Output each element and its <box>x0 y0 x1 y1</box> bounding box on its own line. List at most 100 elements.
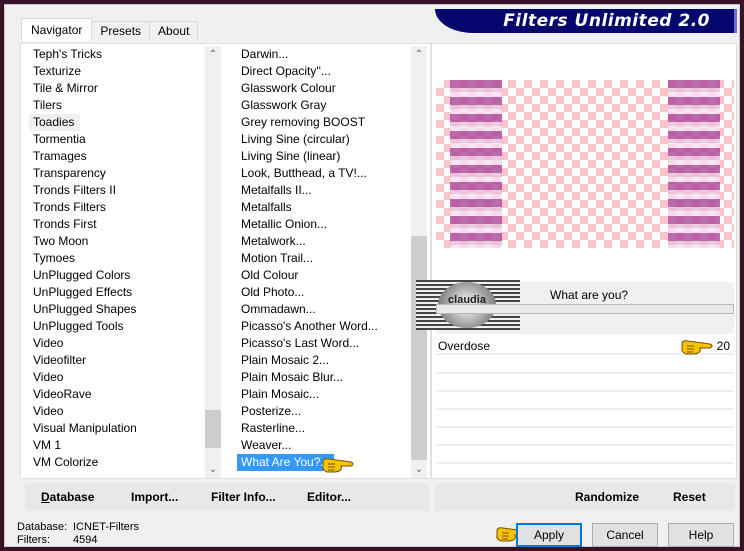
param-row-empty <box>436 429 734 446</box>
category-list-item[interactable]: Tilers <box>29 97 199 114</box>
filter-list-item[interactable]: Plain Mosaic Blur... <box>237 369 407 386</box>
category-list-item[interactable]: Tramages <box>29 148 199 165</box>
category-list-item[interactable]: Toadies <box>29 114 81 131</box>
param-row-empty <box>436 447 734 464</box>
tab-bar: Navigator Presets About <box>21 18 199 41</box>
filter-list-item[interactable]: Old Photo... <box>237 284 407 301</box>
filter-list-item[interactable]: Glasswork Colour <box>237 80 407 97</box>
apply-button[interactable]: Apply <box>516 523 582 547</box>
category-list-item[interactable]: VM 1 <box>29 437 199 454</box>
category-scrollbar[interactable]: ⌃ ⌄ <box>205 46 221 478</box>
filter-list-item[interactable]: Grey removing BOOST <box>237 114 407 131</box>
filter-list-item[interactable]: Ommadawn... <box>237 301 407 318</box>
scroll-down-icon[interactable]: ⌄ <box>411 461 427 478</box>
preview-ladder-right <box>668 80 720 248</box>
pointing-hand-icon <box>322 458 354 473</box>
editor-button[interactable]: Editor... <box>307 490 351 504</box>
category-list-item[interactable]: Texturize <box>29 63 199 80</box>
category-list-item[interactable]: UnPlugged Tools <box>29 318 199 335</box>
filter-list-item[interactable]: Living Sine (circular) <box>237 131 407 148</box>
filter-list-item[interactable]: Rasterline... <box>237 420 407 437</box>
app-title-banner: Filters Unlimited 2.0 <box>435 9 737 33</box>
category-list-item[interactable]: Transparency <box>29 165 199 182</box>
filter-list-item[interactable]: Weaver... <box>237 437 407 454</box>
filter-list-item[interactable]: Picasso's Another Word... <box>237 318 407 335</box>
database-value: ICNET-Filters <box>73 521 139 533</box>
filter-list-item[interactable]: Plain Mosaic 2... <box>237 352 407 369</box>
category-list-item[interactable]: Teph's Tricks <box>29 46 199 63</box>
filter-list-item[interactable]: Living Sine (linear) <box>237 148 407 165</box>
import-button[interactable]: Import... <box>131 490 178 504</box>
filter-list-item[interactable]: What Are You?... <box>237 454 335 471</box>
filters-unlimited-dialog: Filters Unlimited 2.0 Navigator Presets … <box>4 4 740 547</box>
preview-image <box>436 80 734 248</box>
filter-list-item[interactable]: Posterize... <box>237 403 407 420</box>
filter-header: claudia What are you? <box>416 280 734 334</box>
database-button[interactable]: Database <box>41 490 94 504</box>
category-list-item[interactable]: Tymoes <box>29 250 199 267</box>
preview-button-bar: Randomize Reset <box>435 483 735 511</box>
filter-list-item[interactable]: Darwin... <box>237 46 407 63</box>
filter-list[interactable]: Darwin... Direct Opacity''... Glasswork Co… <box>237 46 407 478</box>
category-list-item[interactable]: Tronds First <box>29 216 199 233</box>
database-label: Database: <box>17 521 68 533</box>
param-row-empty <box>436 411 734 428</box>
tab-navigator[interactable]: Navigator <box>21 18 93 41</box>
category-list-item[interactable]: Video <box>29 369 199 386</box>
filter-list-item[interactable]: Glasswork Gray <box>237 97 407 114</box>
scroll-down-icon[interactable]: ⌄ <box>205 461 221 478</box>
filter-title-divider <box>436 304 734 314</box>
filter-list-item[interactable]: Motion Trail... <box>237 250 407 267</box>
tab-presets[interactable]: Presets <box>91 21 151 41</box>
filter-list-item[interactable]: Picasso's Last Word... <box>237 335 407 352</box>
filter-info-button[interactable]: Filter Info... <box>211 490 276 504</box>
filter-list-item[interactable]: Old Colour <box>237 267 407 284</box>
category-list-item[interactable]: Tormentia <box>29 131 199 148</box>
pointing-hand-icon <box>681 340 713 355</box>
category-list-item[interactable]: Visual Manipulation <box>29 420 199 437</box>
filters-count-label: Filters: <box>17 534 50 546</box>
category-list-item[interactable]: Videofilter <box>29 352 199 369</box>
category-list[interactable]: Teph's Tricks Texturize Tile & Mirror Tiler… <box>29 46 199 478</box>
param-label: Overdose <box>438 339 491 353</box>
tab-about[interactable]: About <box>149 21 199 41</box>
filter-list-item[interactable]: Direct Opacity''... <box>237 63 407 80</box>
reset-button[interactable]: Reset <box>673 490 706 504</box>
filter-scrollbar[interactable]: ⌃ ⌄ <box>411 46 427 478</box>
preview-ladder-left <box>450 80 502 248</box>
filter-list-item[interactable]: Look, Butthead, a TV!... <box>237 165 407 182</box>
randomize-button[interactable]: Randomize <box>575 490 639 504</box>
category-list-item[interactable]: Tronds Filters <box>29 199 199 216</box>
category-list-item[interactable]: Video <box>29 335 199 352</box>
filters-count-value: 4594 <box>73 534 98 546</box>
filter-list-item[interactable]: Plain Mosaic... <box>237 386 407 403</box>
filter-list-item[interactable]: Metallic Onion... <box>237 216 407 233</box>
param-row-empty <box>436 357 734 374</box>
category-list-item[interactable]: VideoRave <box>29 386 199 403</box>
param-row-empty <box>436 375 734 392</box>
help-button[interactable]: Help <box>668 523 734 547</box>
navigator-panel: Teph's Tricks Texturize Tile & Mirror Tiler… <box>20 43 431 479</box>
category-list-item[interactable]: UnPlugged Effects <box>29 284 199 301</box>
category-list-item[interactable]: VM Colorize <box>29 454 199 471</box>
category-list-item[interactable]: UnPlugged Colors <box>29 267 199 284</box>
category-list-item[interactable]: Video <box>29 403 199 420</box>
cancel-button[interactable]: Cancel <box>592 523 658 547</box>
filter-list-item[interactable]: Metalfalls II... <box>237 182 407 199</box>
category-list-item[interactable]: Two Moon <box>29 233 199 250</box>
scrollbar-thumb[interactable] <box>411 236 427 460</box>
scroll-up-icon[interactable]: ⌃ <box>411 46 427 63</box>
param-value[interactable]: 20 <box>717 338 730 355</box>
scrollbar-thumb[interactable] <box>205 410 221 448</box>
category-list-item[interactable]: UnPlugged Shapes <box>29 301 199 318</box>
status-area: Database: ICNET-Filters Filters: 4594 <box>17 521 139 547</box>
filter-title: What are you? <box>550 288 629 302</box>
scroll-up-icon[interactable]: ⌃ <box>205 46 221 63</box>
filter-list-item[interactable]: Metalfalls <box>237 199 407 216</box>
filter-list-item[interactable]: Metalwork... <box>237 233 407 250</box>
category-list-item[interactable]: Tronds Filters II <box>29 182 199 199</box>
preview-panel: claudia What are you? Overdose 20 <box>416 43 737 479</box>
category-list-item[interactable]: Tile & Mirror <box>29 80 199 97</box>
navigator-button-bar: Database Import... Filter Info... Editor… <box>25 483 429 511</box>
param-row-overdose[interactable]: Overdose 20 <box>436 338 734 355</box>
